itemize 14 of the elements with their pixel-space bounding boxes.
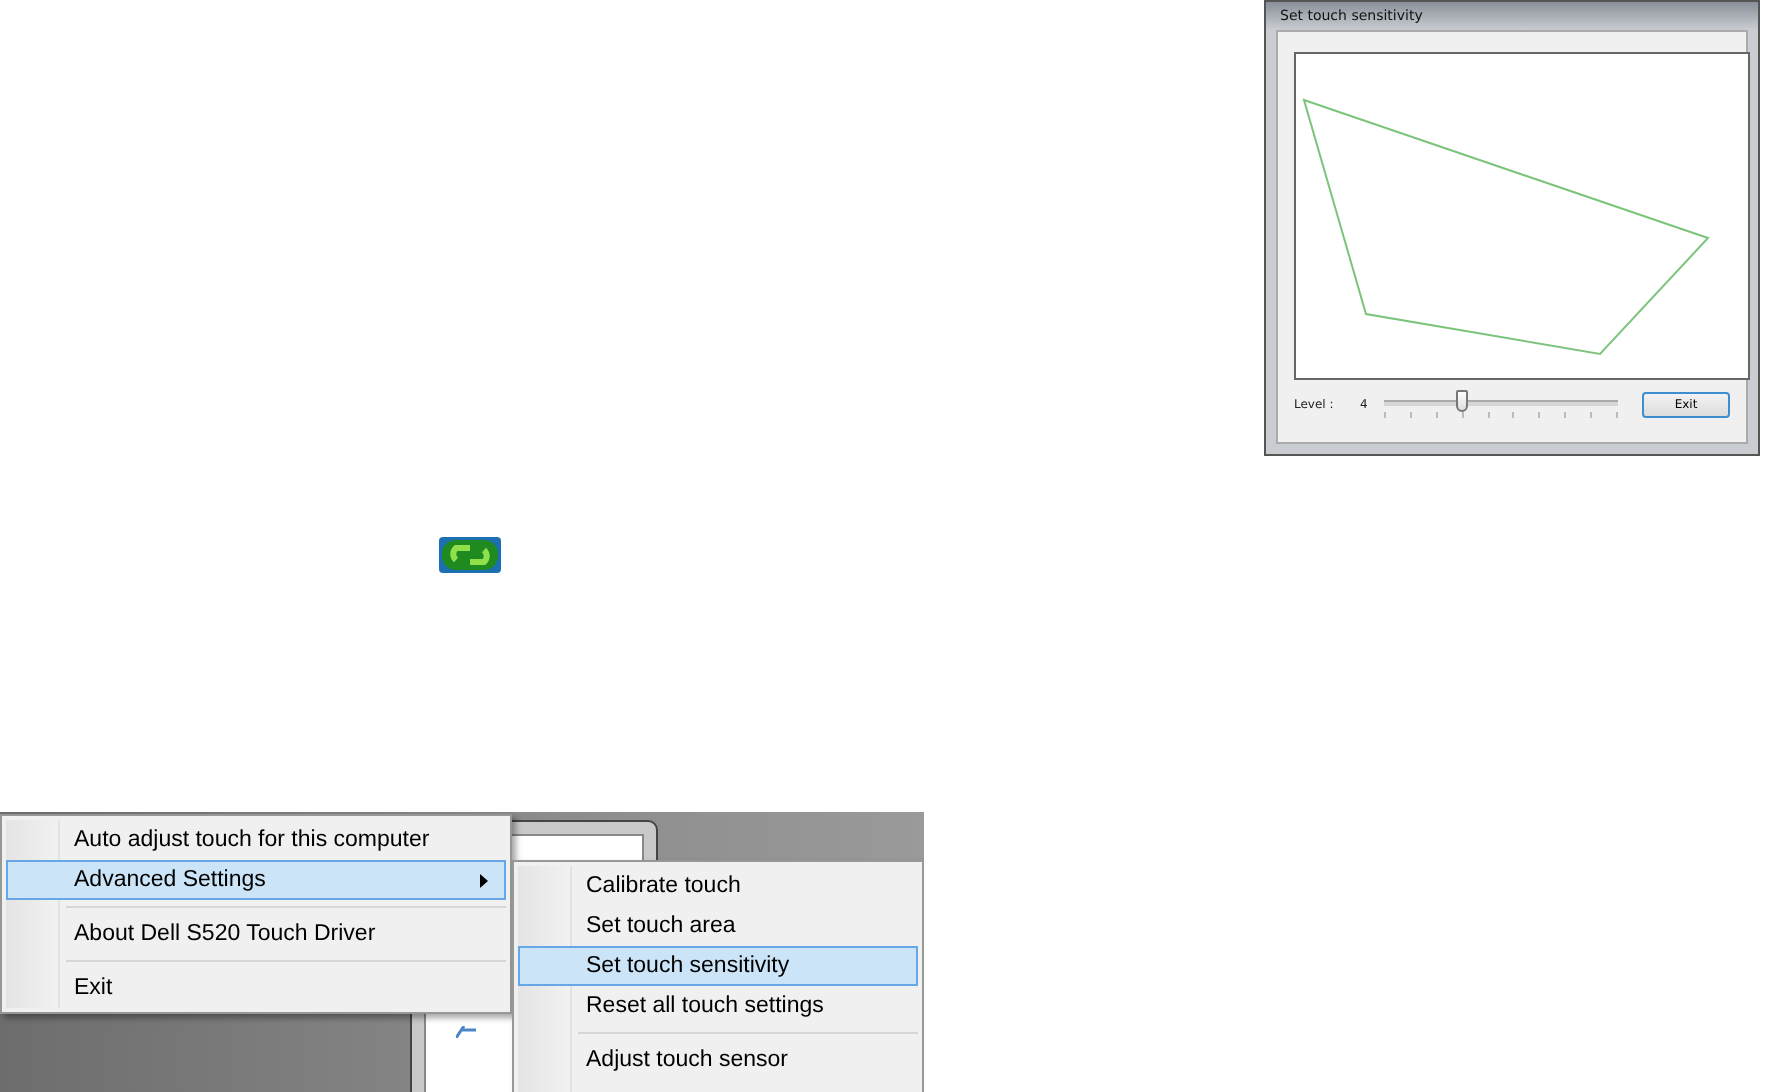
menu-item[interactable]: Adjust touch sensor [518, 1040, 918, 1080]
level-slider[interactable] [1384, 390, 1618, 418]
menu-item[interactable]: About Dell S520 Touch Driver [6, 914, 506, 954]
menu-item[interactable]: Set touch sensitivity [518, 946, 918, 986]
tool-icon [456, 1026, 476, 1038]
menu-item[interactable]: Set touch area [518, 906, 918, 946]
slider-thumb[interactable] [1455, 390, 1468, 412]
menu-item[interactable]: Advanced Settings [6, 860, 506, 900]
menu-item[interactable]: Reset all touch settings [518, 986, 918, 1026]
submenu-arrow-icon [480, 873, 488, 887]
link-icon [438, 536, 502, 574]
menu-item[interactable]: Exit [6, 968, 506, 1008]
menu-item[interactable]: Auto adjust touch for this computer [6, 820, 506, 860]
menu-item[interactable]: Calibrate touch [518, 866, 918, 906]
